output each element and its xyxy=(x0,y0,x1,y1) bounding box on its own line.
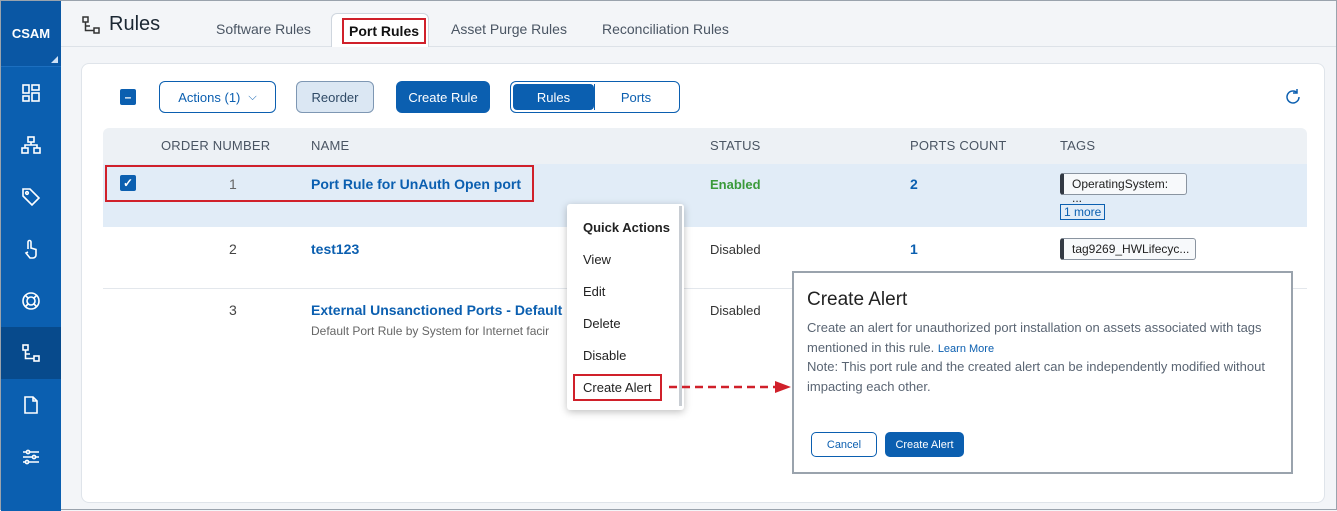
row-description: Default Port Rule by System for Internet… xyxy=(311,324,550,338)
tab-software-rules[interactable]: Software Rules xyxy=(216,21,311,37)
refresh-icon[interactable] xyxy=(1282,86,1304,113)
menu-item-edit[interactable]: Edit xyxy=(583,284,605,299)
menu-item-disable[interactable]: Disable xyxy=(583,348,626,363)
app-logo[interactable]: CSAM xyxy=(1,1,61,67)
rules-title-icon xyxy=(82,15,100,34)
ports-count-link[interactable]: 2 xyxy=(910,176,918,192)
status-text: Disabled xyxy=(710,303,761,318)
tab-asset-purge-rules[interactable]: Asset Purge Rules xyxy=(451,21,567,37)
menu-scrollbar[interactable] xyxy=(679,206,682,406)
tag-chip[interactable]: OperatingSystem: ... xyxy=(1060,173,1187,205)
status-text: Disabled xyxy=(710,242,761,257)
toggle-rules[interactable]: Rules xyxy=(513,84,594,110)
actions-dropdown[interactable]: Actions (1) ⌵ xyxy=(159,81,276,113)
sidebar: CSAM xyxy=(1,1,61,511)
create-rule-button[interactable]: Create Rule xyxy=(396,81,490,113)
lifebuoy-icon[interactable] xyxy=(1,275,61,327)
menu-item-delete[interactable]: Delete xyxy=(583,316,621,331)
row-name-link[interactable]: test123 xyxy=(311,241,359,257)
status-badge: Enabled xyxy=(710,177,761,192)
row-name-link[interactable]: External Unsanctioned Ports - Default xyxy=(311,302,562,318)
select-all-checkbox[interactable]: – xyxy=(120,89,136,105)
menu-title: Quick Actions xyxy=(583,220,670,235)
page-title: Rules xyxy=(81,13,160,36)
col-name[interactable]: NAME xyxy=(311,138,349,153)
alert-note: Note: This port rule and the created ale… xyxy=(807,359,1265,394)
top-bar: Rules Software Rules Port Rules Asset Pu… xyxy=(61,1,1336,47)
row-order: 1 xyxy=(229,176,237,192)
page-title-text: Rules xyxy=(109,13,161,35)
alert-title: Create Alert xyxy=(807,289,908,310)
dashboard-icon[interactable] xyxy=(1,67,61,119)
alert-description: Create an alert for unauthorized port in… xyxy=(807,318,1287,359)
toggle-ports[interactable]: Ports xyxy=(594,84,677,110)
document-icon[interactable] xyxy=(1,379,61,431)
row-order: 3 xyxy=(229,302,237,318)
reorder-button[interactable]: Reorder xyxy=(296,81,374,113)
tab-reconciliation-rules[interactable]: Reconciliation Rules xyxy=(602,21,729,37)
quick-actions-menu: Quick Actions View Edit Delete Disable C… xyxy=(567,204,684,410)
col-ports-count[interactable]: PORTS COUNT xyxy=(910,138,1007,153)
rules-icon[interactable] xyxy=(1,327,61,379)
col-order-number[interactable]: ORDER NUMBER xyxy=(161,138,270,153)
row-checkbox[interactable]: ✓ xyxy=(120,175,136,191)
row-name-link[interactable]: Port Rule for UnAuth Open port xyxy=(311,176,521,192)
ports-count-link[interactable]: 1 xyxy=(910,241,918,257)
settings-sliders-icon[interactable] xyxy=(1,431,61,483)
create-alert-button[interactable]: Create Alert xyxy=(885,432,964,457)
actions-label: Actions (1) xyxy=(178,89,241,105)
create-alert-panel: Create Alert Create an alert for unautho… xyxy=(792,271,1293,474)
callout-arrow xyxy=(669,381,791,393)
row-order: 2 xyxy=(229,241,237,257)
chevron-down-icon: ⌵ xyxy=(248,90,257,103)
col-status[interactable]: STATUS xyxy=(710,138,761,153)
more-tags-link[interactable]: 1 more xyxy=(1060,204,1106,220)
tag-icon[interactable] xyxy=(1,171,61,223)
menu-item-view[interactable]: View xyxy=(583,252,611,267)
learn-more-link[interactable]: Learn More xyxy=(938,343,994,355)
tab-port-rules[interactable]: Port Rules xyxy=(331,13,429,47)
table-header xyxy=(103,128,1307,164)
cancel-button[interactable]: Cancel xyxy=(811,432,877,457)
view-toggle: Rules Ports xyxy=(510,81,680,113)
alert-description-text: Create an alert for unauthorized port in… xyxy=(807,320,1262,355)
touch-icon[interactable] xyxy=(1,223,61,275)
col-tags[interactable]: TAGS xyxy=(1060,138,1095,153)
hierarchy-icon[interactable] xyxy=(1,119,61,171)
tag-chip[interactable]: tag9269_HWLifecyc... xyxy=(1060,238,1196,260)
tab-port-rules-label: Port Rules xyxy=(342,18,427,44)
menu-item-create-alert[interactable]: Create Alert xyxy=(573,374,662,401)
